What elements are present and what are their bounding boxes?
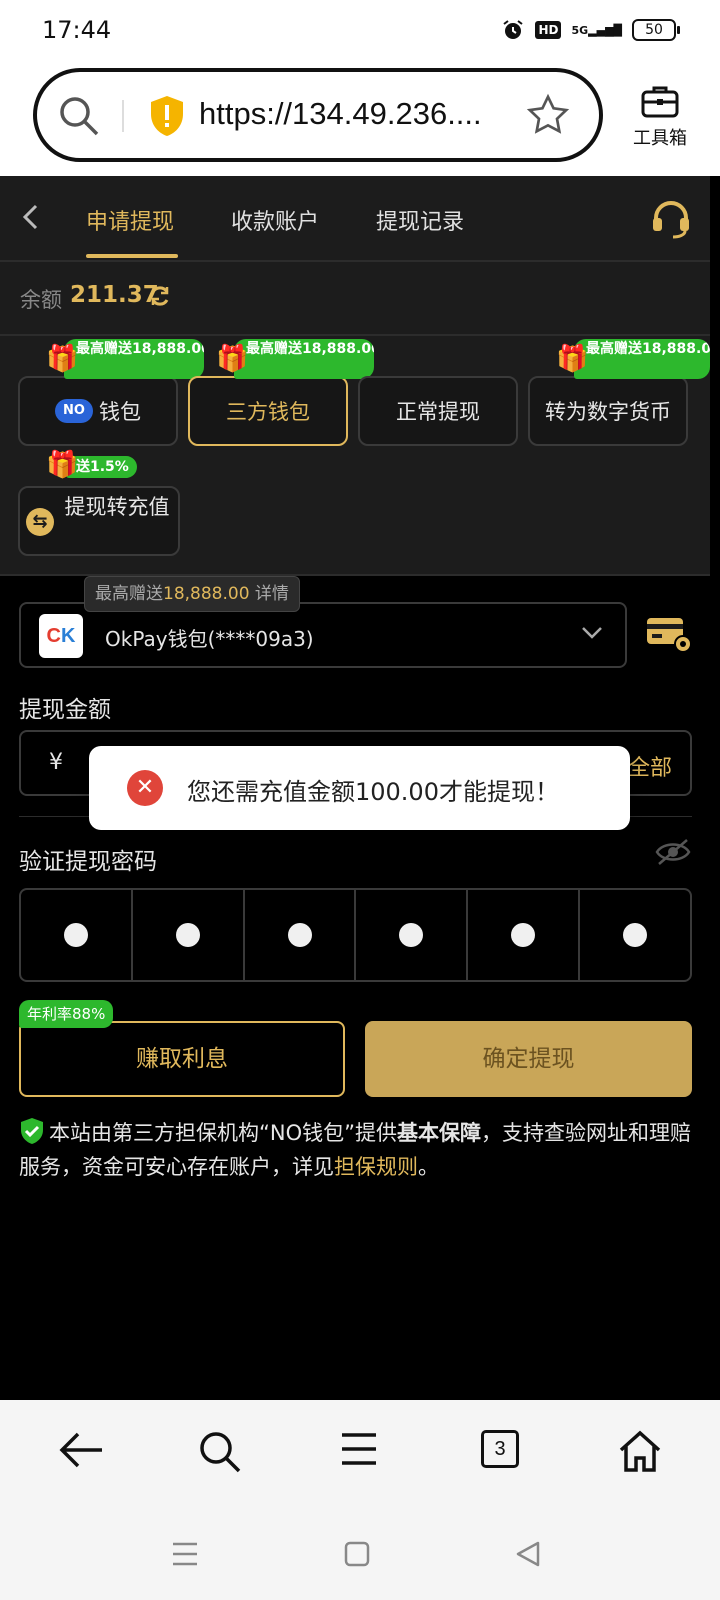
method-no-wallet[interactable]: NO 钱包	[18, 376, 178, 446]
toolbox-icon	[641, 86, 679, 118]
pin-dot	[399, 923, 424, 947]
guarantee-notice: 本站由第三方担保机构“NO钱包”提供基本保障，支持查验网址和理赔服务，资金可安心…	[19, 1116, 699, 1184]
back-triangle-icon[interactable]	[516, 1541, 540, 1567]
confirm-withdraw-button[interactable]: 确定提现	[365, 1021, 692, 1097]
hd-badge: HD	[535, 21, 562, 39]
gift-icon: 🎁	[556, 344, 589, 374]
promo-badge: 最高赠送18,888.00	[234, 339, 374, 379]
error-toast: ✕ 您还需充值金额100.00才能提现！	[89, 746, 630, 830]
method-label: 三方钱包	[226, 400, 310, 424]
method-label: 转为数字货币	[545, 400, 671, 424]
gift-icon: 🎁	[46, 344, 79, 374]
promo-badge: 最高赠送18,888.00	[574, 339, 710, 379]
method-third-party-wallet[interactable]: 三方钱包	[188, 376, 348, 446]
pin-dot	[63, 923, 88, 947]
menu-icon[interactable]	[340, 1430, 378, 1468]
toolbox-label: 工具箱	[633, 128, 687, 149]
currency-symbol: ¥	[49, 750, 63, 775]
battery-icon: 50	[632, 19, 680, 41]
pin-dot	[287, 923, 312, 947]
back-icon[interactable]	[58, 1430, 104, 1470]
tab-payee-accounts[interactable]: 收款账户	[231, 204, 319, 236]
url-text[interactable]: https://134.49.236....	[199, 96, 482, 132]
gift-icon: 🎁	[216, 344, 249, 374]
pin-dot	[623, 923, 648, 947]
interest-rate-badge: 年利率88%	[19, 1000, 114, 1028]
address-bar[interactable]: https://134.49.236....	[33, 68, 603, 162]
search-icon[interactable]	[198, 1430, 242, 1474]
pin-cell[interactable]	[468, 890, 581, 980]
all-amount-button[interactable]: 全部	[628, 750, 672, 782]
method-normal-withdraw[interactable]: 正常提现	[358, 376, 518, 446]
no-wallet-logo: NO	[55, 399, 93, 423]
password-label: 验证提现密码	[19, 849, 157, 875]
chevron-down-icon	[582, 627, 602, 639]
bookmark-star-icon[interactable]	[525, 92, 571, 138]
guarantee-rules-link[interactable]: 担保规则	[334, 1155, 418, 1179]
withdraw-method-panel: NO 钱包 最高赠送18,888.00 🎁 三方钱包 最高赠送18,888.00…	[0, 336, 710, 576]
amount-label: 提现金额	[19, 697, 111, 723]
error-icon: ✕	[127, 770, 163, 806]
wallet-promo-tip[interactable]: 最高赠送18,888.00 详情	[84, 576, 300, 612]
pin-dot	[175, 923, 200, 947]
signal-icon: 5G▂▄▆█	[571, 23, 622, 37]
toolbox-button[interactable]: 工具箱	[625, 84, 695, 150]
active-tab-indicator	[86, 254, 178, 258]
okpay-logo: CK	[39, 614, 83, 658]
pin-cell[interactable]	[356, 890, 469, 980]
pin-cell[interactable]	[133, 890, 245, 980]
warning-shield-icon[interactable]	[147, 94, 187, 138]
card-settings-icon[interactable]	[645, 614, 693, 654]
pin-cell[interactable]	[245, 890, 357, 980]
refresh-icon[interactable]	[148, 284, 172, 308]
home-icon[interactable]	[618, 1430, 662, 1472]
promo-badge: 最高赠送18,888.00	[64, 339, 204, 379]
browser-bottom-nav: 3	[0, 1400, 720, 1512]
shield-check-icon	[21, 1118, 43, 1144]
pin-cell[interactable]	[580, 890, 690, 980]
swap-icon: ⇆	[26, 508, 54, 536]
gift-icon: 🎁	[46, 450, 79, 480]
method-label: 提现转充值	[64, 495, 170, 519]
search-icon[interactable]	[57, 94, 101, 138]
earn-interest-button[interactable]: 赚取利息	[19, 1021, 345, 1097]
address-separator	[122, 100, 124, 132]
eye-off-icon[interactable]	[655, 838, 691, 866]
tab-withdraw-records[interactable]: 提现记录	[376, 204, 464, 236]
password-pin-input[interactable]	[19, 888, 692, 982]
pin-cell[interactable]	[21, 890, 133, 980]
app-header: 申请提现 收款账户 提现记录	[0, 176, 710, 262]
customer-service-icon[interactable]	[650, 198, 692, 240]
status-bar: 17:44 HD 5G▂▄▆█ 50	[0, 0, 720, 64]
tab-apply-withdraw[interactable]: 申请提现	[86, 204, 174, 236]
method-label: 正常提现	[396, 400, 480, 424]
balance-value: 211.37	[70, 282, 159, 308]
home-square-icon[interactable]	[344, 1541, 370, 1567]
toast-message: 您还需充值金额100.00才能提现！	[187, 778, 559, 806]
alarm-icon	[503, 20, 524, 39]
tabs-count-button[interactable]: 3	[481, 1430, 519, 1468]
pin-dot	[511, 923, 536, 947]
balance-label: 余额	[20, 288, 62, 312]
balance-row: 余额 211.37	[0, 262, 710, 336]
back-arrow-icon[interactable]	[18, 202, 42, 232]
browser-toolbar: https://134.49.236.... 工具箱	[0, 64, 720, 176]
method-to-crypto[interactable]: 转为数字货币	[528, 376, 688, 446]
wallet-selected: OkPay钱包(****09a3)	[105, 627, 314, 651]
method-label: 钱包	[99, 400, 141, 424]
system-nav-bar	[0, 1512, 720, 1600]
recents-icon[interactable]	[172, 1542, 198, 1566]
method-withdraw-to-recharge[interactable]: ⇆ 提现转充值	[18, 486, 180, 556]
status-time: 17:44	[42, 16, 112, 44]
